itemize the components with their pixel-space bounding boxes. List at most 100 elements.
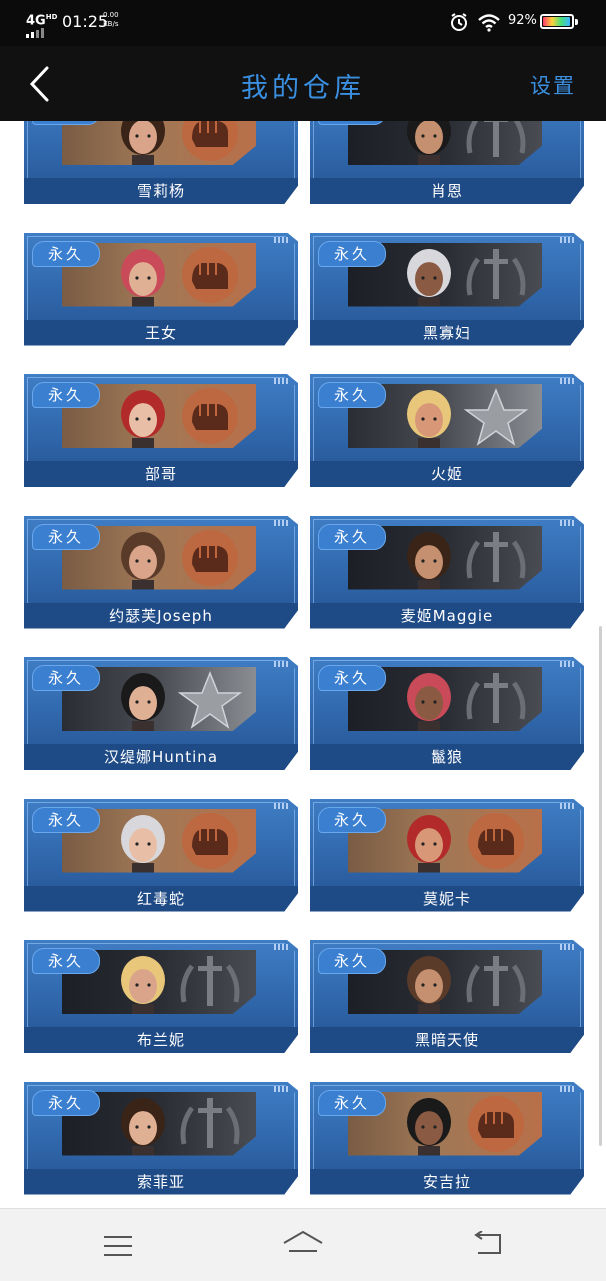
character-name: 莫妮卡 (422, 889, 471, 908)
character-face (112, 121, 174, 165)
back-nav-icon[interactable] (472, 1231, 504, 1257)
sword-laurel-emblem-icon (456, 528, 536, 588)
character-card[interactable]: 永久鬣狼 (310, 657, 584, 770)
character-name: 肖恩 (430, 182, 463, 200)
network-sup: HD (45, 13, 58, 21)
permanent-badge: 永久 (32, 665, 100, 691)
character-face (112, 388, 174, 448)
battery-percent: 92% (508, 13, 537, 28)
sword-laurel-emblem-icon (456, 952, 536, 1012)
permanent-badge: 永久 (318, 382, 386, 408)
sword-laurel-emblem-icon (456, 669, 536, 729)
character-name: 安吉拉 (422, 1172, 471, 1191)
card-corner-stripes (560, 378, 574, 384)
card-corner-stripes (274, 661, 288, 667)
character-card[interactable]: 永久 莫妮卡 (310, 798, 584, 912)
character-face (112, 954, 174, 1014)
character-face (112, 813, 174, 873)
warehouse-list[interactable]: 永久雪莉杨永久肖恩永久王女永久黑寡妇永久部哥永久火姬永久约瑟芙Joseph永久麦… (0, 121, 606, 1208)
sword-laurel-emblem-icon (170, 952, 250, 1012)
permanent-badge: 永久 (318, 665, 386, 691)
character-card[interactable]: 永久黑暗天使 (310, 940, 584, 1053)
card-corner-stripes (560, 236, 574, 243)
settings-button[interactable]: 设置 (530, 70, 576, 100)
card-corner-stripes (274, 236, 288, 243)
permanent-badge: 永久 (318, 948, 386, 974)
fist-emblem-icon (170, 121, 250, 163)
character-face (398, 247, 460, 307)
fist-emblem-icon (170, 811, 250, 871)
character-card[interactable]: 永久 布兰妮 (24, 940, 298, 1053)
star-emblem-icon (170, 669, 250, 729)
wifi-icon (478, 14, 500, 32)
card-corner-stripes (560, 661, 574, 667)
permanent-badge: 永久 (318, 523, 386, 550)
network-type: 4G (26, 13, 46, 29)
permanent-badge: 永久 (318, 1089, 386, 1116)
character-card[interactable]: 永久黑寡妇 (310, 232, 584, 346)
fist-emblem-icon (170, 386, 250, 446)
battery-tip (575, 19, 578, 25)
fist-emblem-icon (170, 245, 250, 305)
permanent-badge: 永久 (32, 121, 100, 125)
character-name: 麦姬Maggie (400, 606, 494, 625)
character-card[interactable]: 永久麦姬Maggie (310, 515, 584, 629)
card-corner-stripes (560, 519, 574, 526)
permanent-badge: 永久 (318, 121, 386, 125)
character-face (398, 1096, 460, 1156)
character-name: 鬣狼 (430, 748, 463, 766)
card-corner-stripes (560, 1085, 574, 1092)
fist-emblem-icon (456, 811, 536, 871)
character-face (398, 813, 460, 873)
character-name: 王女 (144, 323, 177, 342)
sword-laurel-emblem-icon (456, 121, 536, 163)
sword-laurel-emblem-icon (170, 1094, 250, 1154)
scrollbar[interactable] (599, 626, 602, 1146)
fist-emblem-icon (456, 1094, 536, 1154)
character-name: 部哥 (144, 465, 177, 483)
permanent-badge: 永久 (32, 806, 100, 833)
clock: 01:25 (62, 12, 109, 31)
character-face (112, 247, 174, 307)
character-name: 黑寡妇 (422, 323, 471, 342)
character-face (112, 671, 174, 731)
character-face (112, 530, 174, 590)
character-card[interactable]: 永久 红毒蛇 (24, 798, 298, 912)
card-corner-stripes (274, 519, 288, 526)
character-face (398, 954, 460, 1014)
card-corner-stripes (274, 802, 288, 809)
speed-unit: KB/s (103, 20, 119, 28)
card-corner-stripes (560, 802, 574, 809)
signal-icon (26, 28, 44, 39)
character-card[interactable]: 永久王女 (24, 232, 298, 346)
character-face (398, 671, 460, 731)
permanent-badge: 永久 (32, 382, 100, 408)
fist-emblem-icon (170, 528, 250, 588)
character-card[interactable]: 永久雪莉杨 (24, 121, 298, 204)
character-card[interactable]: 永久肖恩 (310, 121, 584, 204)
character-card[interactable]: 永久 索菲亚 (24, 1081, 298, 1195)
character-card[interactable]: 永久 火姬 (310, 374, 584, 487)
character-card[interactable]: 永久部哥 (24, 374, 298, 487)
character-name: 黑暗天使 (414, 1031, 479, 1049)
page-title: 我的仓库 (241, 73, 365, 104)
star-emblem-icon (456, 386, 536, 446)
menu-icon[interactable] (104, 1234, 134, 1258)
character-face (112, 1096, 174, 1156)
character-card[interactable]: 永久安吉拉 (310, 1081, 584, 1195)
character-face (398, 121, 460, 165)
character-face (398, 530, 460, 590)
character-card[interactable]: 永久 汉缇娜Huntina (24, 657, 298, 770)
character-card[interactable]: 永久 约瑟芙Joseph (24, 515, 298, 629)
battery-level (543, 17, 570, 26)
character-name: 雪莉杨 (136, 182, 185, 200)
card-corner-stripes (274, 1085, 288, 1092)
home-icon[interactable] (282, 1229, 324, 1261)
permanent-badge: 永久 (32, 240, 100, 267)
character-portrait (348, 121, 542, 165)
network-speed: 0.00 KB/s (103, 11, 119, 29)
permanent-badge: 永久 (318, 240, 386, 267)
speed-value: 0.00 (103, 11, 119, 19)
character-portrait (62, 121, 256, 165)
permanent-badge: 永久 (32, 523, 100, 550)
